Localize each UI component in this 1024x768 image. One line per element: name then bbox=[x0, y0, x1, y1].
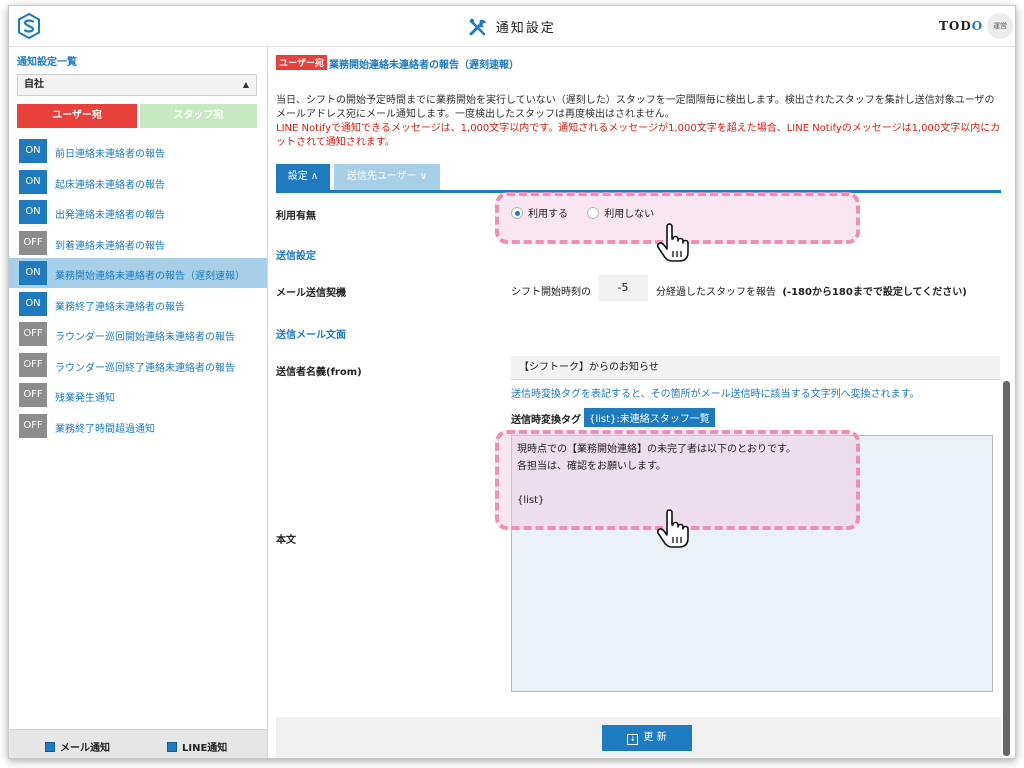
main-panel: ユーザー宛 業務開始連絡未連絡者の報告（遅刻速報） 当日、シフトの開始予定時間ま… bbox=[268, 47, 1015, 758]
tools-icon bbox=[469, 18, 487, 35]
trigger-suffix-area: 分経過したスタッフを報告 (-180から180までで設定してください) bbox=[656, 283, 967, 298]
hand-pointer-icon bbox=[656, 223, 689, 262]
mail-trigger-label: メール送信契機 bbox=[276, 288, 346, 299]
trigger-prefix: シフト開始時刻の bbox=[511, 287, 591, 298]
list-item[interactable]: ON 業務終了連絡未連絡者の報告 bbox=[9, 289, 267, 319]
mail-notify-label: メール通知 bbox=[60, 743, 110, 754]
list-item[interactable]: ON 起床連絡未連絡者の報告 bbox=[9, 167, 267, 197]
from-input[interactable]: 【シフトーク】からのお知らせ bbox=[511, 356, 1000, 380]
radio-nouse[interactable]: 利用しない bbox=[587, 207, 655, 220]
tab-user[interactable]: ユーザー宛 bbox=[17, 104, 137, 128]
list-item-label: ラウンダー巡回開始連絡未連絡者の報告 bbox=[55, 332, 235, 343]
avatar[interactable]: 運営 bbox=[987, 13, 1013, 39]
status-badge[interactable]: ON bbox=[19, 261, 47, 285]
action-footer: ↓ 更 新 bbox=[276, 717, 1001, 758]
list-item[interactable]: ON 前日連絡未連絡者の報告 bbox=[9, 136, 267, 166]
list-item[interactable]: OFF ラウンダー巡回開始連絡未連絡者の報告 bbox=[9, 319, 267, 349]
list-item-label: 業務開始連絡未連絡者の報告（遅刻速報） bbox=[55, 271, 245, 282]
update-button[interactable]: ↓ 更 新 bbox=[602, 725, 692, 751]
top-header: 通知設定 TODO 運営 bbox=[9, 6, 1015, 47]
line-notify-label: LINE通知 bbox=[182, 743, 228, 754]
status-badge[interactable]: ON bbox=[19, 169, 47, 194]
todo-text: TOD bbox=[939, 19, 972, 33]
company-select[interactable]: 自社 ▲ bbox=[17, 74, 257, 96]
status-badge[interactable]: OFF bbox=[19, 230, 47, 255]
radio-use[interactable]: 利用する bbox=[511, 207, 568, 220]
update-button-label: 更 新 bbox=[643, 732, 667, 743]
sidebar: 通知設定一覧 自社 ▲ ユーザー宛 スタッフ宛 ON 前日連絡未連絡者の報告 O… bbox=[9, 47, 268, 758]
hand-pointer-icon bbox=[656, 509, 689, 548]
radio-nouse-label: 利用しない bbox=[604, 209, 655, 220]
description-text: 当日、シフトの開始予定時間までに業務開始を実行していない（遅刻した）スタッフを一… bbox=[276, 95, 995, 120]
status-badge[interactable]: OFF bbox=[19, 322, 47, 346]
status-badge[interactable]: ON bbox=[19, 139, 47, 163]
mail-body-section-label: 送信メール文面 bbox=[276, 330, 346, 341]
sidebar-footer: メール通知 LINE通知 bbox=[9, 729, 267, 758]
trigger-suffix: 分経過したスタッフを報告 bbox=[656, 287, 776, 298]
tab-recipients[interactable]: 送信先ユーザー ∨ bbox=[334, 164, 440, 190]
list-item-label: 残業発生通知 bbox=[55, 393, 115, 404]
sidebar-title: 通知設定一覧 bbox=[17, 57, 77, 68]
radio-checked-icon bbox=[511, 207, 523, 219]
tag-hint: 送信時変換タグを表記すると、その箇所がメール送信時に該当する文字列へ変換されます… bbox=[511, 389, 920, 400]
status-badge[interactable]: OFF bbox=[19, 352, 47, 377]
status-badge[interactable]: OFF bbox=[19, 383, 47, 407]
send-settings-label: 送信設定 bbox=[276, 251, 316, 262]
list-item-label: 出発連絡未連絡者の報告 bbox=[55, 210, 165, 221]
list-item-label: 業務終了時間超過通知 bbox=[55, 423, 155, 435]
save-icon: ↓ bbox=[627, 734, 639, 745]
usage-radio-group: 利用する 利用しない bbox=[511, 205, 654, 220]
body-label: 本文 bbox=[276, 535, 296, 546]
status-badge[interactable]: ON bbox=[19, 200, 47, 224]
app-window: 通知設定 TODO 運営 通知設定一覧 自社 ▲ ユーザー宛 スタッフ宛 ON … bbox=[8, 5, 1016, 759]
radio-empty-icon bbox=[587, 207, 600, 219]
tag-row-label: 送信時変換タグ bbox=[511, 415, 581, 426]
warning-text: LINE Notifyで通知できるメッセージは、1,000文字以内です。通知され… bbox=[276, 123, 1001, 148]
section-tabs: 設定 ∧ 送信先ユーザー ∨ bbox=[276, 164, 1001, 193]
scrollbar[interactable] bbox=[1003, 381, 1010, 756]
page-title: 通知設定 bbox=[495, 21, 556, 36]
list-item[interactable]: ON 出発連絡未連絡者の報告 bbox=[9, 197, 267, 227]
checkbox-icon bbox=[167, 742, 177, 752]
todo-text-accent: O bbox=[971, 19, 984, 33]
body-text: 現時点での【業務開始連絡】の未完了者は以下のとおりです。 各担当は、確認をお願い… bbox=[517, 444, 796, 506]
list-tag-chip[interactable]: {list}:未連絡スタッフ一覧 bbox=[584, 408, 715, 427]
target-tag: ユーザー宛 bbox=[276, 55, 327, 70]
trigger-note: (-180から180までで設定してください) bbox=[782, 287, 967, 298]
usage-label: 利用有無 bbox=[276, 211, 316, 222]
list-item-label: ラウンダー巡回終了連絡未連絡者の報告 bbox=[55, 362, 235, 374]
list-item[interactable]: OFF ラウンダー巡回終了連絡未連絡者の報告 bbox=[9, 350, 267, 380]
list-item-label: 起床連絡未連絡者の報告 bbox=[55, 179, 165, 191]
list-item[interactable]: OFF 業務終了時間超過通知 bbox=[9, 411, 267, 441]
list-item-active[interactable]: ON 業務開始連絡未連絡者の報告（遅刻速報） bbox=[9, 258, 267, 288]
company-select-value: 自社 bbox=[24, 79, 44, 90]
list-item-label: 業務終了連絡未連絡者の報告 bbox=[55, 301, 185, 313]
status-badge[interactable]: ON bbox=[19, 291, 47, 316]
list-item-label: 到着連絡未連絡者の報告 bbox=[55, 240, 165, 252]
trigger-minutes-input[interactable]: -5 bbox=[598, 275, 648, 301]
from-label: 送信者名義(from) bbox=[276, 367, 362, 378]
line-notify-toggle[interactable]: LINE通知 bbox=[167, 739, 227, 754]
status-badge[interactable]: OFF bbox=[19, 413, 47, 438]
page-title-area: 通知設定 bbox=[9, 17, 1015, 36]
checkbox-icon bbox=[45, 742, 55, 752]
list-item[interactable]: OFF 残業発生通知 bbox=[9, 380, 267, 410]
tab-staff[interactable]: スタッフ宛 bbox=[140, 104, 257, 128]
notification-heading: 業務開始連絡未連絡者の報告（遅刻速報） bbox=[329, 60, 519, 71]
select-arrows-icon: ▲ bbox=[242, 80, 249, 89]
todo-link[interactable]: TODO bbox=[939, 19, 983, 33]
list-item[interactable]: OFF 到着連絡未連絡者の報告 bbox=[9, 228, 267, 258]
mail-notify-toggle[interactable]: メール通知 bbox=[45, 739, 110, 754]
notification-list: ON 前日連絡未連絡者の報告 ON 起床連絡未連絡者の報告 ON 出発連絡未連絡… bbox=[9, 136, 267, 441]
tab-settings[interactable]: 設定 ∧ bbox=[276, 164, 330, 190]
radio-use-label: 利用する bbox=[528, 209, 568, 220]
list-item-label: 前日連絡未連絡者の報告 bbox=[55, 149, 165, 160]
